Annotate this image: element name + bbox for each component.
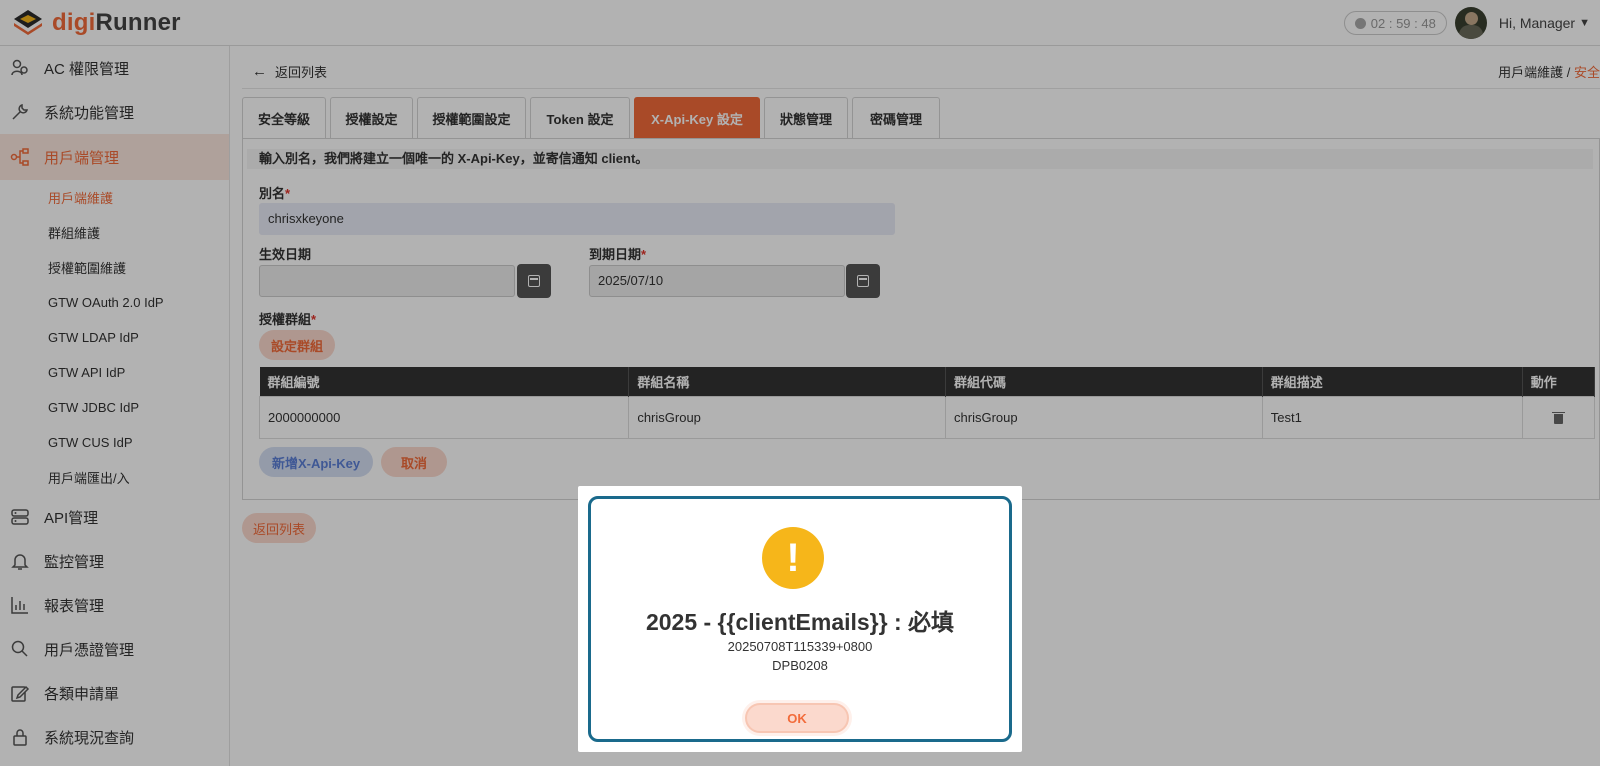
alert-timestamp: 20250708T115339+0800 bbox=[727, 639, 873, 654]
warning-icon: ! bbox=[762, 527, 824, 589]
alert-title: 2025 - {{clientEmails}} : 必填 bbox=[645, 609, 955, 635]
ok-button[interactable]: OK bbox=[745, 703, 849, 733]
alert-dialog-frame: ! 2025 - {{clientEmails}} : 必填 20250708T… bbox=[588, 496, 1012, 742]
alert-dialog: ! 2025 - {{clientEmails}} : 必填 20250708T… bbox=[578, 486, 1022, 752]
alert-code: DPB0208 bbox=[772, 658, 828, 673]
